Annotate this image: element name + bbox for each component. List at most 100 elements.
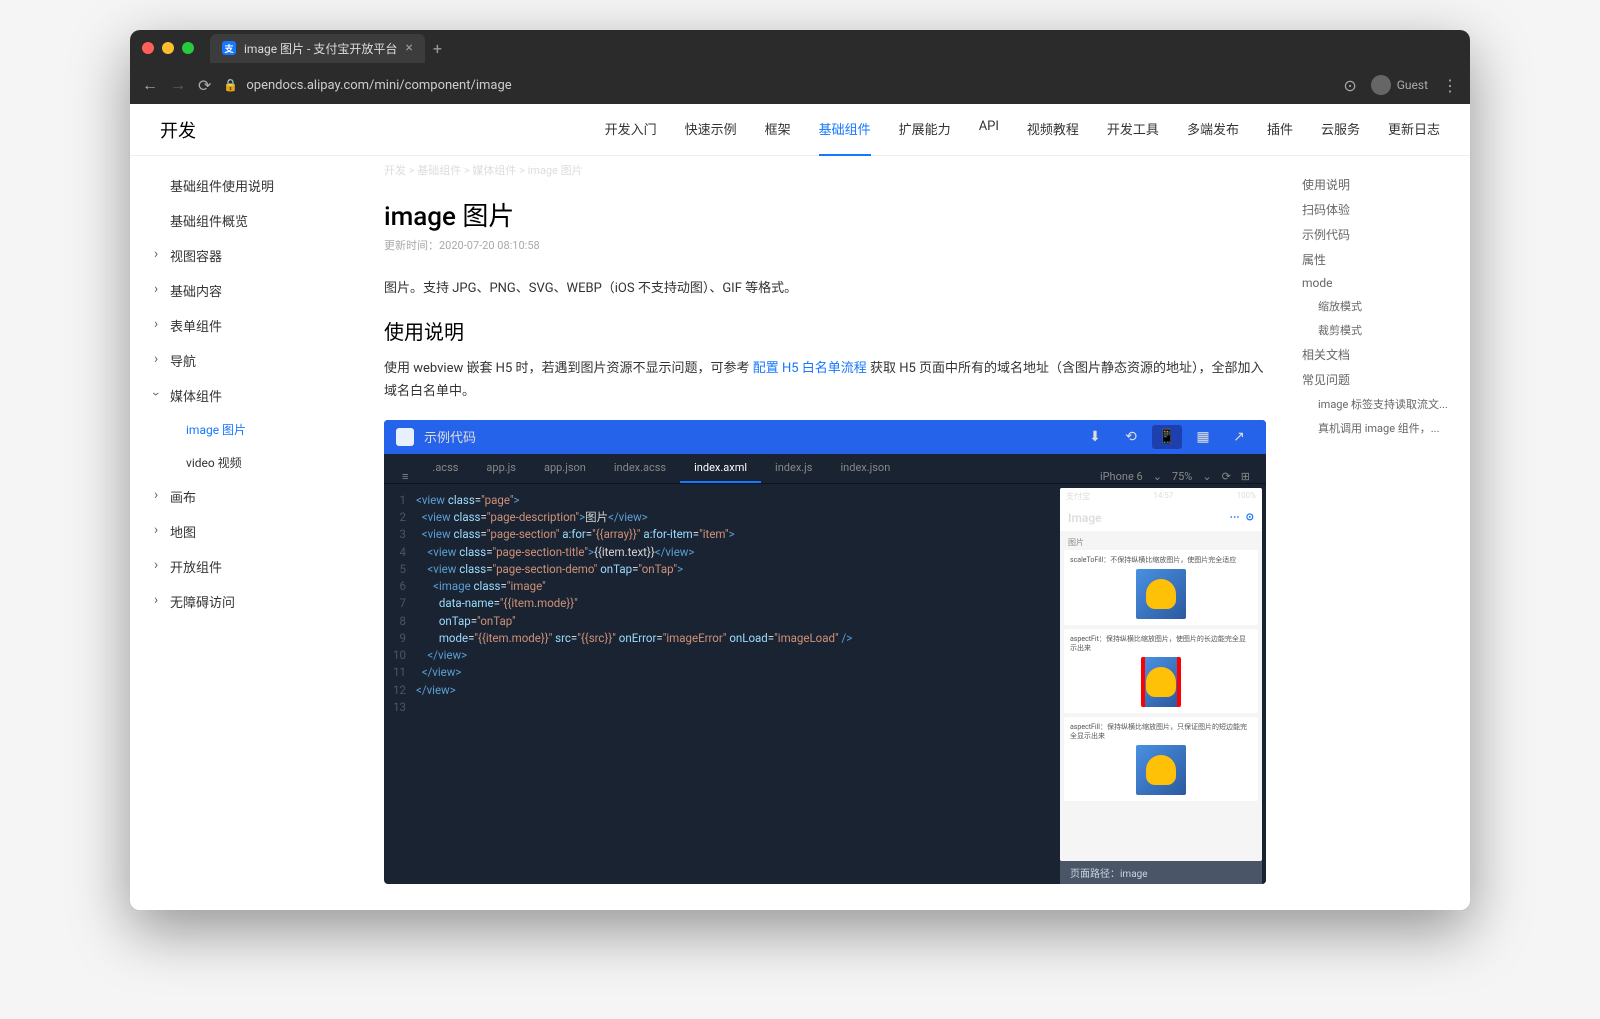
ide-title: 示例代码 [424, 427, 476, 446]
ide-tabs: ≡ .acssapp.jsapp.jsonindex.acssindex.axm… [384, 454, 1266, 484]
url-text: opendocs.alipay.com/mini/component/image [246, 78, 511, 93]
toc-subitem[interactable]: 裁剪模式 [1318, 318, 1458, 342]
ide-file-tab[interactable]: .acss [418, 454, 472, 483]
top-nav-item[interactable]: 插件 [1267, 104, 1293, 156]
main-content: 开发 > 基础组件 > 媒体组件 > image 图片 image 图片 更新时… [360, 156, 1290, 910]
chevron-down-icon[interactable]: ⌄ [1153, 470, 1162, 483]
sidebar-item[interactable]: 地图 [130, 514, 360, 549]
browser-window: 支 image 图片 - 支付宝开放平台 × + ← → ⟳ 🔒 opendoc… [130, 30, 1470, 910]
phone-rotate-icon[interactable]: ⟲ [1116, 425, 1146, 449]
ide-file-tab[interactable]: index.axml [680, 454, 761, 483]
top-nav-item[interactable]: 快速示例 [685, 104, 737, 156]
sidebar-item[interactable]: 媒体组件 [130, 378, 360, 413]
preview-section-label: 图片 [1064, 535, 1258, 550]
ide-toolbar: 示例代码 ⬇ ⟲ 📱 ▦ ↗ [384, 420, 1266, 454]
download-icon[interactable]: ⬇ [1080, 425, 1110, 449]
search-icon[interactable]: ⊙ [1343, 76, 1356, 95]
phone-icon[interactable]: 📱 [1152, 425, 1182, 449]
grid-icon[interactable]: ⊞ [1241, 470, 1250, 483]
browser-tab[interactable]: 支 image 图片 - 支付宝开放平台 × [210, 34, 425, 63]
sidebar: 基础组件使用说明基础组件概览视图容器基础内容表单组件导航媒体组件image 图片… [130, 156, 360, 910]
top-nav-item[interactable]: 开发入门 [605, 104, 657, 156]
top-nav-item[interactable]: 视频教程 [1027, 104, 1079, 156]
ide-file-tab[interactable]: app.js [472, 454, 530, 483]
top-nav-item[interactable]: 云服务 [1321, 104, 1360, 156]
sidebar-item[interactable]: 视图容器 [130, 238, 360, 273]
top-nav-item[interactable]: API [979, 104, 999, 156]
toc-subitem[interactable]: 真机调用 image 组件，... [1318, 416, 1458, 440]
close-window-button[interactable] [142, 42, 154, 54]
ide-file-tab[interactable]: index.json [826, 454, 904, 483]
hamburger-icon[interactable]: ≡ [392, 470, 418, 483]
ide-file-tab[interactable]: app.json [530, 454, 600, 483]
toc-item[interactable]: 相关文档 [1302, 342, 1458, 367]
sidebar-item[interactable]: 开放组件 [130, 549, 360, 584]
zoom-level[interactable]: 75% [1172, 470, 1192, 483]
whitelist-link[interactable]: 配置 H5 白名单流程 [753, 361, 867, 376]
ide-panel: 示例代码 ⬇ ⟲ 📱 ▦ ↗ ≡ .acssapp.jsapp.jsoninde… [384, 420, 1266, 884]
url-input[interactable]: 🔒 opendocs.alipay.com/mini/component/ima… [223, 78, 1331, 93]
minimize-window-button[interactable] [162, 42, 174, 54]
device-selector[interactable]: iPhone 6 [1100, 470, 1143, 483]
ide-file-tab[interactable]: index.acss [600, 454, 680, 483]
toc-item[interactable]: 扫码体验 [1302, 197, 1458, 222]
sidebar-item[interactable]: 基础组件使用说明 [130, 168, 360, 203]
phone-header: Image ⋯ ⊙ [1060, 505, 1262, 531]
qrcode-icon[interactable]: ▦ [1188, 425, 1218, 449]
top-nav-item[interactable]: 基础组件 [819, 104, 871, 156]
top-nav-item[interactable]: 框架 [765, 104, 791, 156]
ide-logo-icon [396, 428, 414, 446]
traffic-lights [142, 42, 194, 54]
back-button[interactable]: ← [142, 75, 158, 95]
toc-subitem[interactable]: 缩放模式 [1318, 294, 1458, 318]
favicon-icon: 支 [222, 41, 236, 55]
more-icon[interactable]: ⋯ [1230, 512, 1240, 523]
new-tab-button[interactable]: + [433, 39, 442, 58]
sidebar-subitem[interactable]: video 视频 [186, 446, 360, 479]
update-time: 更新时间：2020-07-20 08:10:58 [384, 237, 1266, 253]
address-bar: ← → ⟳ 🔒 opendocs.alipay.com/mini/compone… [130, 66, 1470, 104]
sidebar-item[interactable]: 基础内容 [130, 273, 360, 308]
breadcrumb: 开发 > 基础组件 > 媒体组件 > image 图片 [384, 156, 1266, 184]
close-circle-icon[interactable]: ⊙ [1246, 512, 1254, 523]
avatar-icon [1371, 75, 1391, 95]
menu-icon[interactable]: ⋮ [1442, 76, 1458, 95]
close-tab-icon[interactable]: × [405, 40, 412, 56]
sidebar-item[interactable]: 表单组件 [130, 308, 360, 343]
top-nav-item[interactable]: 更新日志 [1388, 104, 1440, 156]
top-nav-item[interactable]: 开发工具 [1107, 104, 1159, 156]
sidebar-subitem[interactable]: image 图片 [186, 413, 360, 446]
forward-button[interactable]: → [170, 75, 186, 95]
toc-subitem[interactable]: image 标签支持读取流文... [1318, 392, 1458, 416]
top-nav-item[interactable]: 扩展能力 [899, 104, 951, 156]
refresh-icon[interactable]: ⟳ [1222, 470, 1231, 483]
toc-item[interactable]: 常见问题 [1302, 367, 1458, 392]
page-title: image 图片 [384, 196, 1266, 233]
top-nav: 开发 开发入门快速示例框架基础组件扩展能力 API 视频教程开发工具多端发布插件云服… [130, 104, 1470, 156]
chevron-down-icon[interactable]: ⌄ [1202, 470, 1211, 483]
lock-icon: 🔒 [223, 78, 238, 92]
sidebar-item[interactable]: 无障碍访问 [130, 584, 360, 619]
toc-item[interactable]: 使用说明 [1302, 172, 1458, 197]
brand-title: 开发 [160, 117, 196, 143]
titlebar: 支 image 图片 - 支付宝开放平台 × + [130, 30, 1470, 66]
tab-title: image 图片 - 支付宝开放平台 [244, 40, 397, 57]
profile-button[interactable]: Guest [1371, 75, 1428, 95]
toc-item[interactable]: 示例代码 [1302, 222, 1458, 247]
maximize-window-button[interactable] [182, 42, 194, 54]
usage-paragraph: 使用 webview 嵌套 H5 时，若遇到图片资源不显示问题，可参考 配置 H… [384, 357, 1266, 404]
sidebar-item[interactable]: 画布 [130, 479, 360, 514]
sidebar-item[interactable]: 基础组件概览 [130, 203, 360, 238]
toc-item[interactable]: 属性 [1302, 247, 1458, 272]
sidebar-item[interactable]: 导航 [130, 343, 360, 378]
phone-statusbar: 支付宝 14:57 100% [1060, 488, 1262, 505]
ide-file-tab[interactable]: index.js [761, 454, 826, 483]
code-editor[interactable]: 1<view class="page">2 <view class="page-… [384, 484, 1056, 884]
device-preview: 支付宝 14:57 100% Image ⋯ ⊙ [1056, 484, 1266, 884]
share-icon[interactable]: ↗ [1224, 425, 1254, 449]
reload-button[interactable]: ⟳ [198, 76, 211, 95]
top-nav-item[interactable]: 多端发布 [1187, 104, 1239, 156]
toc-item[interactable]: mode [1302, 272, 1458, 294]
preview-card: aspectFit：保持纵横比缩放图片，使图片的长边能完全显示出来 [1064, 629, 1258, 713]
table-of-contents: 使用说明扫码体验示例代码属性mode缩放模式裁剪模式相关文档常见问题image … [1290, 156, 1470, 910]
